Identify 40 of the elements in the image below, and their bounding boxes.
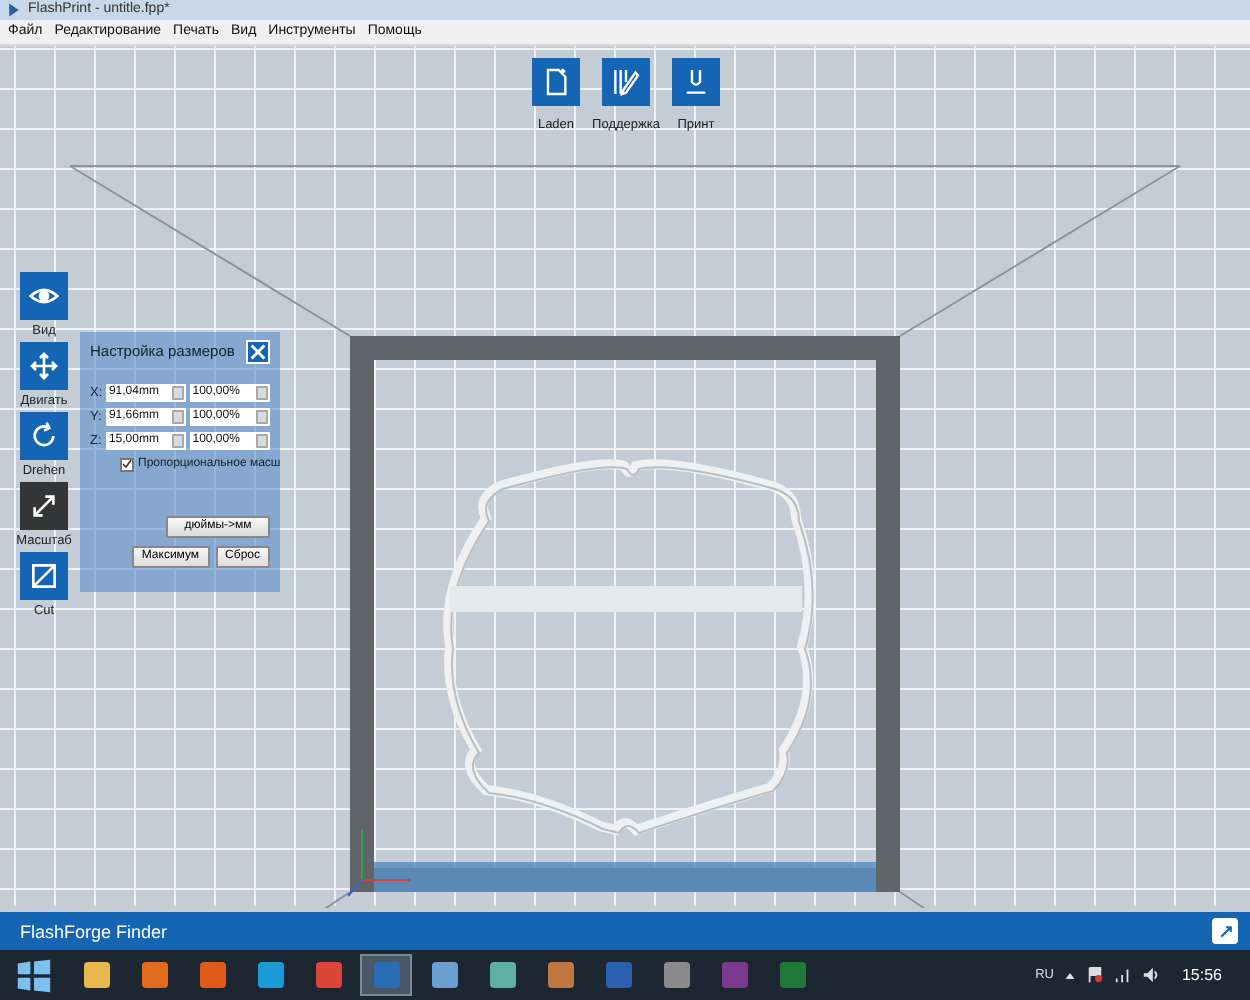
app-icon [373, 962, 399, 989]
app-icon [6, 1, 22, 18]
toolbar-button[interactable] [672, 57, 720, 106]
close-button[interactable] [246, 339, 270, 364]
axis-indicator-icon [347, 828, 411, 897]
printer-status-button[interactable] [1212, 918, 1238, 945]
pencil-icon [610, 65, 642, 98]
app-icon [141, 962, 167, 989]
app-icon [547, 962, 573, 989]
signal-icon[interactable] [1113, 966, 1132, 985]
app-icon [605, 962, 631, 989]
windows-logo-icon [16, 957, 52, 994]
app-icon [489, 962, 515, 989]
caret-icon[interactable] [1063, 969, 1076, 982]
clock[interactable]: 15:56 [1181, 966, 1222, 985]
printer-name: FlashForge Finder [20, 921, 168, 942]
tool-button[interactable] [20, 411, 68, 460]
link-icon [1217, 923, 1233, 940]
toolbar-button[interactable] [532, 57, 580, 106]
app-icon [663, 962, 689, 989]
app-icon [257, 962, 283, 989]
toolbar-button[interactable] [602, 57, 650, 106]
close-icon [250, 343, 266, 360]
tool-button[interactable] [20, 551, 68, 600]
rotate-icon [28, 419, 60, 452]
tool-button[interactable] [20, 481, 68, 530]
app-icon [721, 962, 747, 989]
app-icon [315, 962, 341, 989]
tool-button[interactable] [20, 271, 68, 320]
app-icon [199, 962, 225, 989]
app-icon [779, 962, 805, 989]
move-arrows-icon [28, 349, 60, 382]
app-icon [83, 962, 109, 989]
flag-icon[interactable] [1085, 966, 1104, 985]
taskbar-app[interactable] [360, 954, 412, 997]
resize-arrow-icon [28, 489, 60, 522]
app-icon [431, 962, 457, 989]
checkbox[interactable] [120, 457, 134, 472]
tool-button[interactable] [20, 341, 68, 390]
speaker-icon[interactable] [1141, 966, 1160, 985]
